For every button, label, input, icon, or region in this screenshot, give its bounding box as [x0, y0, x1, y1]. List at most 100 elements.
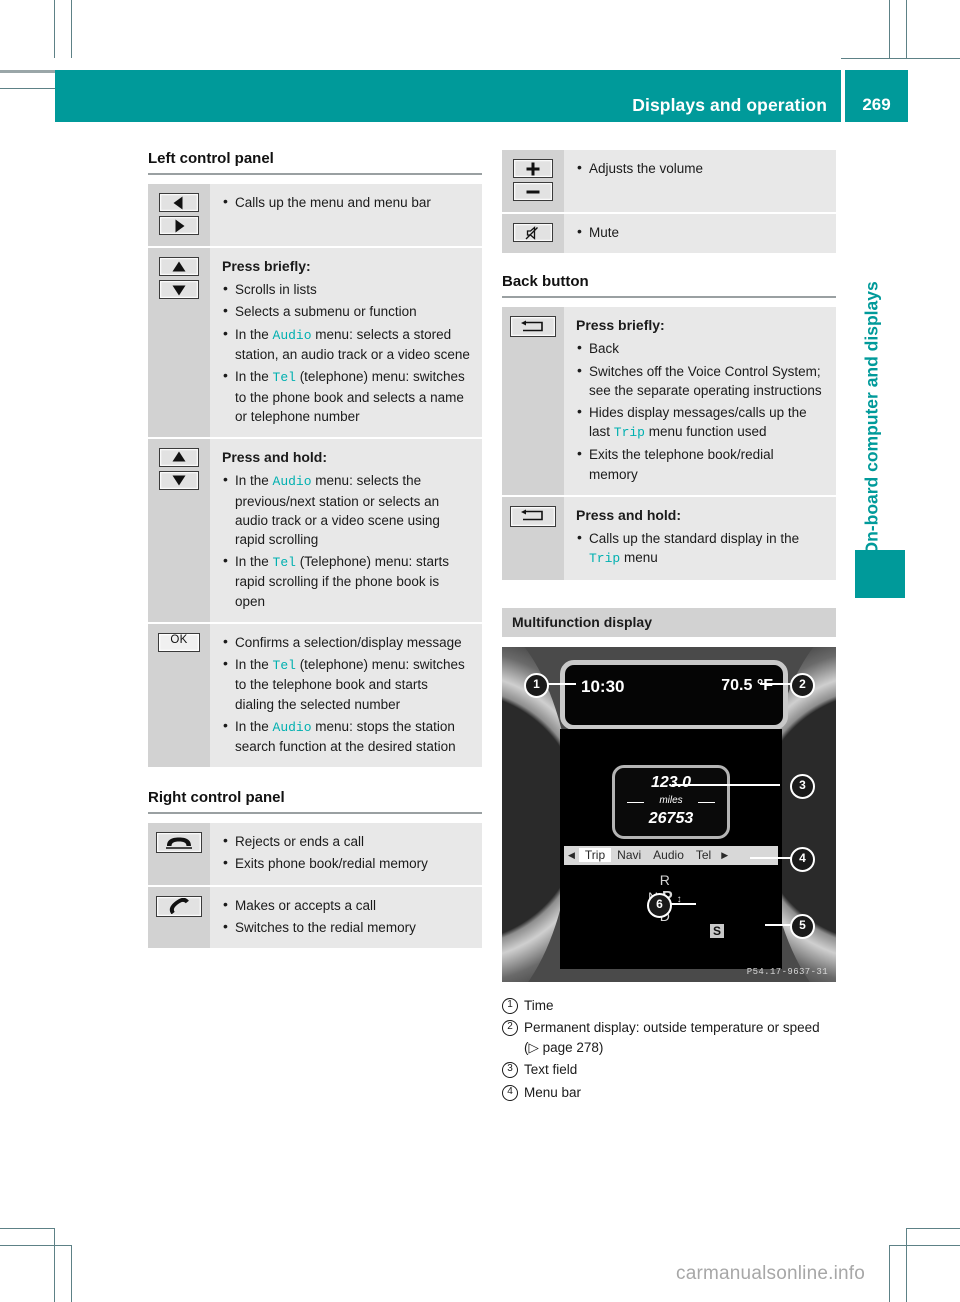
legend-text: Text field [524, 1062, 578, 1078]
mute-key[interactable] [513, 223, 553, 242]
key-icon-cell [502, 496, 564, 580]
spec-row: Mute [502, 214, 836, 254]
up-arrow-key[interactable] [159, 257, 199, 276]
mfd-text-field: 123.0 miles 26753 [612, 764, 730, 839]
crop-mark-bottom-left-v1 [54, 1228, 55, 1302]
mfd-menu-left-arrow-icon: ◀ [568, 849, 575, 860]
mfd-menu-item-trip[interactable]: Trip [578, 848, 612, 863]
right-control-panel-table: Rejects or ends a callExits phone book/r… [148, 823, 482, 948]
section-rule [148, 812, 482, 815]
mfd-menu-bar[interactable]: ◀ Trip Navi Audio Tel ▶ [564, 845, 778, 865]
legend-text: Time [524, 997, 554, 1013]
description-cell: Rejects or ends a callExits phone book/r… [210, 823, 482, 885]
spec-row: Calls up the menu and menu bar [148, 184, 482, 246]
left-arrow-key[interactable] [159, 193, 199, 212]
crop-mark-bottom-left-h2 [0, 1245, 72, 1246]
inline-menu-name: Trip [613, 424, 645, 440]
crop-mark-top-left-h [0, 70, 55, 73]
bullet-item: In the Audio menu: selects a stored stat… [222, 324, 470, 365]
legend-row: 4 Menu bar [502, 1083, 836, 1103]
figure-legend: 1 Time 2 Permanent display: outside tempera… [502, 996, 836, 1103]
key-icon-cell [502, 150, 564, 212]
legend-number: 1 [502, 996, 524, 1016]
inline-menu-name: Tel [272, 657, 296, 673]
bullet-item: Rejects or ends a call [222, 831, 470, 851]
bullet-item: Back [576, 338, 824, 358]
volume-up-key[interactable] [513, 159, 553, 178]
inline-menu-name: Audio [272, 327, 312, 343]
legend-row: 3 Text field [502, 1060, 836, 1080]
right-arrow-key[interactable] [159, 216, 199, 235]
section-title-left-control-panel: Left control panel [148, 150, 274, 167]
back-key[interactable] [510, 316, 556, 338]
multifunction-display-figure: 10:30 70.5 °F 123.0 miles 26753 ◀ Trip N… [502, 646, 836, 982]
crop-mark-top-left-v1 [54, 0, 55, 58]
callout-leader-2 [760, 682, 792, 685]
multifunction-display-heading: Multifunction display [502, 607, 836, 637]
legend-row: 1 Time [502, 996, 836, 1016]
key-icon-cell: OK [148, 623, 210, 768]
bullet-item: Confirms a selection/display message [222, 632, 470, 652]
mfd-trip-distance: 123.0 [650, 773, 692, 791]
section-rule [502, 296, 836, 299]
down-arrow-key[interactable] [159, 280, 199, 299]
right-column: Adjusts the volume Mute Back button Press… [502, 150, 836, 1105]
crop-mark-top-left-v2 [71, 0, 72, 58]
legend-text: Menu bar [524, 1084, 582, 1100]
description-cell: Press briefly: Scrolls in listsSelects a … [210, 248, 482, 437]
key-icon-cell [148, 438, 210, 622]
bullet-item: Selects a submenu or function [222, 301, 470, 321]
chapter-thumb-tab: On-board computer and displays [852, 165, 892, 565]
accept-call-key[interactable] [156, 895, 202, 917]
mfd-upper-display: 10:30 70.5 °F [560, 659, 788, 730]
inline-menu-name: Audio [272, 719, 312, 735]
bullet-list: Makes or accepts a callSwitches to the r… [222, 895, 470, 937]
description-cell: Calls up the menu and menu bar [210, 184, 482, 246]
key-icon-cell [502, 307, 564, 495]
back-key[interactable] [510, 505, 556, 527]
end-call-key[interactable] [156, 832, 202, 854]
down-arrow-key[interactable] [159, 470, 199, 490]
bullet-item: Makes or accepts a call [222, 895, 470, 915]
volume-controls-table: Adjusts the volume Mute [502, 150, 836, 254]
mfd-menu-item-audio[interactable]: Audio [647, 848, 690, 862]
volume-down-key[interactable] [513, 182, 553, 201]
mfd-menu-right-arrow-icon: ▶ [721, 849, 729, 860]
spec-row: OK Confirms a selection/display messageIn… [148, 623, 482, 768]
bullet-item: Mute [576, 222, 824, 242]
figure-reference-code: P54.17-9637-31 [746, 966, 828, 977]
bullet-list: Mute [576, 222, 824, 242]
chapter-thumb-marker [855, 550, 905, 598]
header-rule [841, 58, 960, 59]
mfd-temperature: 70.5 °F [721, 676, 773, 694]
section-title-right-control-panel: Right control panel [148, 789, 285, 807]
legend-text: Permanent display: outside temperature o… [524, 1020, 820, 1055]
description-cell: Makes or accepts a callSwitches to the r… [210, 886, 482, 948]
callout-1: 1 [524, 672, 549, 698]
section-rule [148, 173, 482, 175]
ok-key[interactable]: OK [158, 632, 200, 652]
mfd-menu-item-navi[interactable]: Navi [611, 848, 647, 862]
bullet-list: Scrolls in listsSelects a submenu or fun… [222, 279, 470, 426]
mfd-menu-item-tel[interactable]: Tel [690, 848, 717, 862]
inline-menu-name: Audio [272, 474, 312, 490]
key-icon-cell [148, 248, 210, 437]
up-arrow-key[interactable] [159, 447, 199, 467]
mfd-distance-unit: miles [615, 795, 727, 806]
bullet-item: In the Tel (telephone) menu: switches to… [222, 654, 470, 714]
crop-mark-bottom-right-h2 [890, 1245, 960, 1246]
legend-number: 3 [502, 1060, 524, 1080]
site-watermark: carmanualsonline.info [676, 1263, 866, 1284]
key-icon-cell [148, 184, 210, 246]
page-number: 269 [862, 95, 891, 114]
description-cell: Adjusts the volume [564, 150, 836, 212]
left-control-panel-table: Calls up the menu and menu bar Press brie… [148, 184, 482, 768]
crop-mark-top-right-v2 [906, 0, 907, 58]
key-icon-cell [148, 886, 210, 948]
page-number-box: 269 [845, 70, 908, 122]
description-cell: Confirms a selection/display messageIn t… [210, 623, 482, 768]
bullet-list: In the Audio menu: selects the previous/… [222, 470, 470, 611]
row-heading: Press and hold: [576, 506, 682, 523]
callout-5: 5 [790, 913, 815, 939]
spec-row: Makes or accepts a callSwitches to the r… [148, 886, 482, 948]
